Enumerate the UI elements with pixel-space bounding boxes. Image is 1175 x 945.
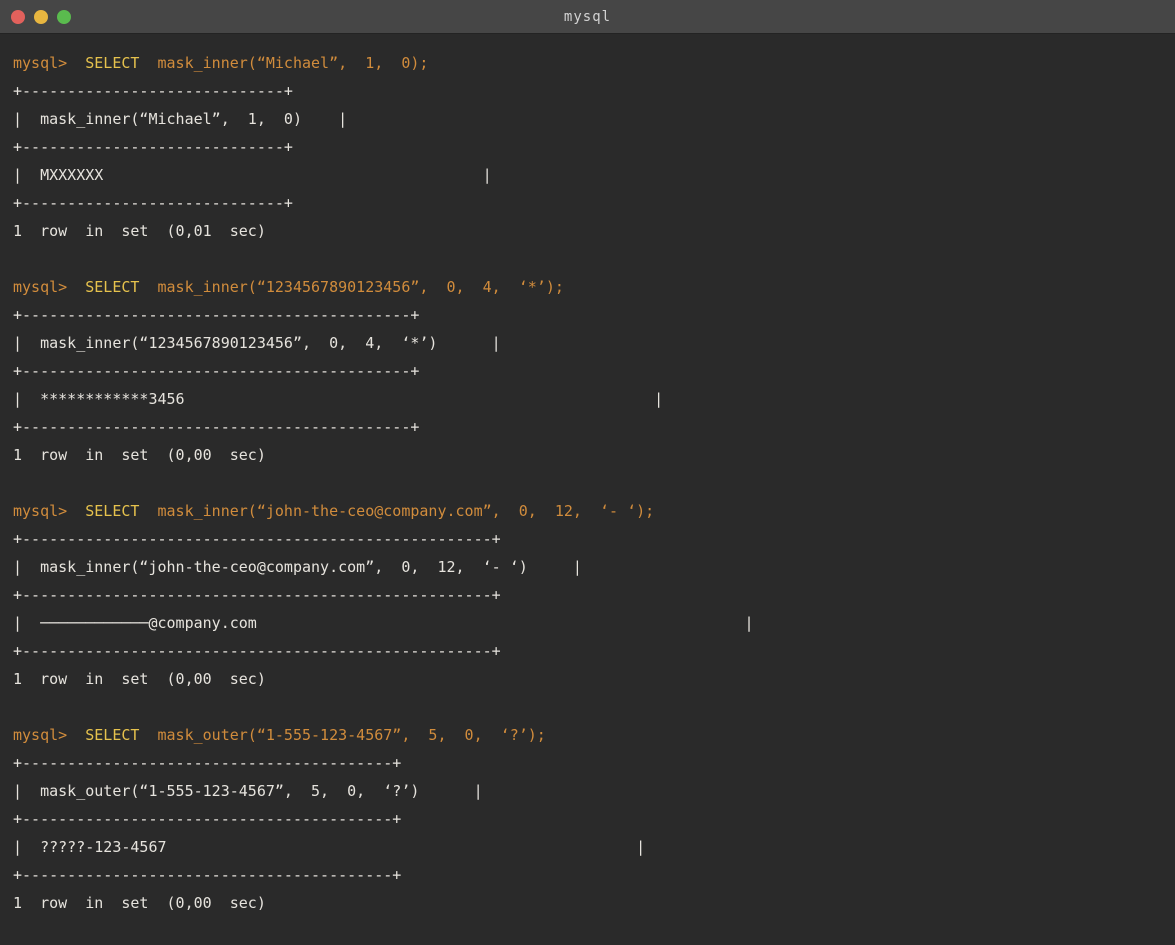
titlebar[interactable]: mysql [0,0,1175,34]
query-line: mysql> SELECT mask_inner(“12345678901234… [13,273,1175,301]
query-block-2: mysql> SELECT mask_inner(“12345678901234… [13,273,1175,469]
table-border: +---------------------------------------… [13,805,1175,833]
minimize-button[interactable] [34,10,48,24]
status-line: 1 row in set (0,00 sec) [13,441,1175,469]
select-keyword: SELECT [67,54,139,72]
table-header-row: | mask_inner(“Michael”, 1, 0) | [13,105,1175,133]
query-line: mysql> SELECT mask_inner(“Michael”, 1, 0… [13,49,1175,77]
table-value-row: | MXXXXXX | [13,161,1175,189]
status-line: 1 row in set (0,00 sec) [13,889,1175,917]
select-keyword: SELECT [67,502,139,520]
query-expression: mask_inner(“1234567890123456”, 0, 4, ‘*’… [139,278,563,296]
table-border: +---------------------------------------… [13,357,1175,385]
mysql-prompt: mysql> [13,726,67,744]
table-border: +---------------------------------------… [13,581,1175,609]
table-border: +---------------------------------------… [13,749,1175,777]
query-block-1: mysql> SELECT mask_inner(“Michael”, 1, 0… [13,49,1175,245]
mysql-prompt: mysql> [13,502,67,520]
table-value-row: | ────────────@company.com | [13,609,1175,637]
table-header-row: | mask_outer(“1-555-123-4567”, 5, 0, ‘?’… [13,777,1175,805]
select-keyword: SELECT [67,726,139,744]
terminal-content[interactable]: mysql> SELECT mask_inner(“Michael”, 1, 0… [0,34,1175,945]
query-expression: mask_inner(“Michael”, 1, 0); [139,54,428,72]
table-header-row: | mask_inner(“john-the-ceo@company.com”,… [13,553,1175,581]
query-expression: mask_inner(“john-the-ceo@company.com”, 0… [139,502,654,520]
table-value-row: | ************3456 | [13,385,1175,413]
query-block-3: mysql> SELECT mask_inner(“john-the-ceo@c… [13,497,1175,693]
table-border: +---------------------------------------… [13,413,1175,441]
close-button[interactable] [11,10,25,24]
traffic-lights [11,0,71,33]
status-line: 1 row in set (0,00 sec) [13,665,1175,693]
query-expression: mask_outer(“1-555-123-4567”, 5, 0, ‘?’); [139,726,545,744]
table-value-row: | ?????-123-4567 | [13,833,1175,861]
table-border: +---------------------------------------… [13,637,1175,665]
query-block-4: mysql> SELECT mask_outer(“1-555-123-4567… [13,721,1175,917]
mysql-prompt: mysql> [13,278,67,296]
zoom-button[interactable] [57,10,71,24]
window-title: mysql [564,9,611,25]
select-keyword: SELECT [67,278,139,296]
table-border: +-----------------------------+ [13,77,1175,105]
table-border: +---------------------------------------… [13,861,1175,889]
table-border: +---------------------------------------… [13,301,1175,329]
query-line: mysql> SELECT mask_outer(“1-555-123-4567… [13,721,1175,749]
mysql-prompt: mysql> [13,54,67,72]
table-header-row: | mask_inner(“1234567890123456”, 0, 4, ‘… [13,329,1175,357]
terminal-window: mysql mysql> SELECT mask_inner(“Michael”… [0,0,1175,926]
table-border: +-----------------------------+ [13,189,1175,217]
table-border: +-----------------------------+ [13,133,1175,161]
table-border: +---------------------------------------… [13,525,1175,553]
query-line: mysql> SELECT mask_inner(“john-the-ceo@c… [13,497,1175,525]
status-line: 1 row in set (0,01 sec) [13,217,1175,245]
